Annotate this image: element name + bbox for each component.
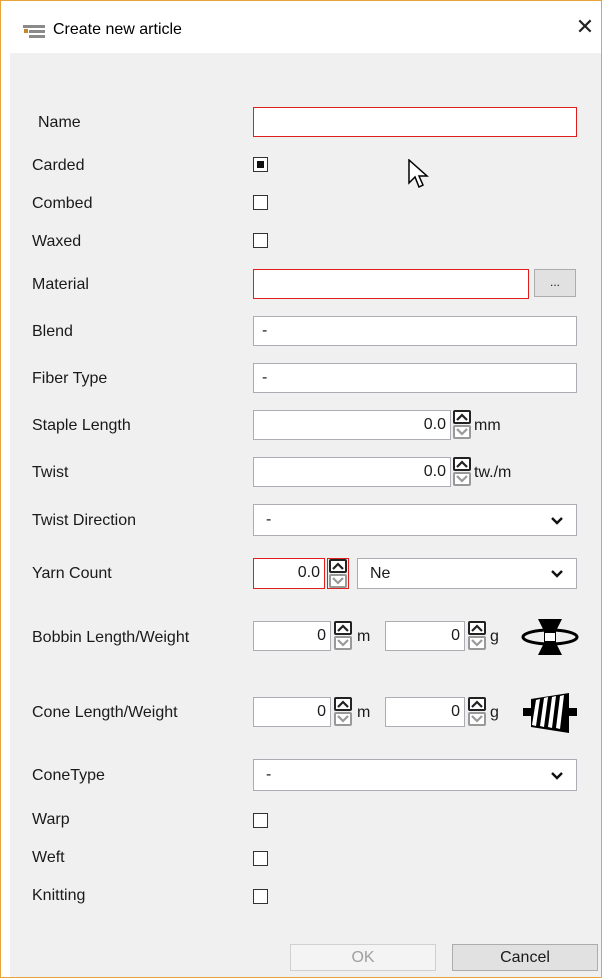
bobbin-weight-input[interactable]: 0 [385, 621, 465, 651]
material-label: Material [32, 276, 89, 293]
spin-up-icon[interactable] [453, 457, 471, 471]
waxed-checkbox[interactable] [253, 233, 268, 248]
yarn-count-input[interactable]: 0.0 [253, 558, 325, 589]
cone-type-value: - [266, 766, 272, 783]
knitting-checkbox[interactable] [253, 889, 268, 904]
cone-label: Cone Length/Weight [32, 704, 178, 721]
material-input[interactable] [253, 269, 529, 299]
spin-down-icon[interactable] [329, 574, 347, 588]
spin-up-icon[interactable] [468, 621, 486, 635]
name-input[interactable] [253, 107, 577, 137]
carded-checkbox[interactable] [253, 157, 268, 172]
weft-checkbox[interactable] [253, 851, 268, 866]
spin-down-icon[interactable] [453, 425, 471, 439]
name-label: Name [38, 114, 81, 131]
close-button[interactable]: ✕ [569, 11, 601, 43]
yarn-count-unit-value: Ne [370, 565, 391, 582]
cone-type-select[interactable]: - [253, 759, 577, 791]
spin-down-icon[interactable] [468, 636, 486, 650]
twist-direction-select[interactable]: - [253, 504, 577, 536]
twist-direction-value: - [266, 511, 272, 528]
cone-length-spinner[interactable] [334, 697, 352, 727]
staple-length-spinner[interactable] [453, 410, 471, 440]
knitting-label: Knitting [32, 887, 86, 904]
bobbin-weight-spinner[interactable] [468, 621, 486, 651]
spin-up-icon[interactable] [334, 697, 352, 711]
twist-spinner[interactable] [453, 457, 471, 487]
warp-label: Warp [32, 811, 70, 828]
dialog-window: Create new article ✕ Name Carded Combed … [0, 0, 602, 978]
staple-length-input[interactable]: 0.0 [253, 410, 451, 440]
material-browse-button[interactable]: ... [534, 269, 576, 297]
yarn-count-unit-select[interactable]: Ne [357, 558, 577, 589]
title-bar: Create new article ✕ [1, 1, 601, 53]
close-icon: ✕ [575, 14, 595, 39]
bobbin-length-spinner[interactable] [334, 621, 352, 651]
chevron-down-icon [551, 570, 563, 578]
yarn-count-label: Yarn Count [32, 565, 112, 582]
cone-weight-unit: g [490, 704, 499, 721]
twist-label: Twist [32, 464, 69, 481]
twist-input[interactable]: 0.0 [253, 457, 451, 487]
spin-up-icon[interactable] [453, 410, 471, 424]
spin-up-icon[interactable] [468, 697, 486, 711]
combed-checkbox[interactable] [253, 195, 268, 210]
twist-unit: tw./m [474, 464, 512, 481]
blend-label: Blend [32, 323, 73, 340]
twist-direction-label: Twist Direction [32, 512, 137, 529]
spin-down-icon[interactable] [334, 636, 352, 650]
spin-up-icon[interactable] [334, 621, 352, 635]
ok-button[interactable]: OK [290, 944, 436, 971]
cone-icon [523, 693, 577, 733]
bobbin-length-input[interactable]: 0 [253, 621, 331, 651]
waxed-label: Waxed [32, 233, 82, 250]
spin-down-icon[interactable] [453, 472, 471, 486]
fiber-type-input[interactable]: - [253, 363, 577, 393]
staple-length-unit: mm [474, 417, 501, 434]
bobbin-label: Bobbin Length/Weight [32, 629, 190, 646]
warp-checkbox[interactable] [253, 813, 268, 828]
spin-down-icon[interactable] [468, 712, 486, 726]
cone-weight-spinner[interactable] [468, 697, 486, 727]
app-icon [23, 25, 45, 38]
fiber-type-label: Fiber Type [32, 370, 108, 387]
bobbin-weight-unit: g [490, 628, 499, 645]
bobbin-icon [521, 619, 579, 655]
cone-weight-input[interactable]: 0 [385, 697, 465, 727]
window-title: Create new article [53, 21, 182, 38]
chevron-down-icon [551, 772, 563, 780]
cone-length-input[interactable]: 0 [253, 697, 331, 727]
chevron-down-icon [551, 517, 563, 525]
staple-length-label: Staple Length [32, 417, 131, 434]
weft-label: Weft [32, 849, 65, 866]
carded-label: Carded [32, 157, 85, 174]
bobbin-length-unit: m [357, 628, 371, 645]
cone-length-unit: m [357, 704, 371, 721]
cone-type-label: ConeType [32, 767, 105, 784]
cancel-button[interactable]: Cancel [452, 944, 598, 971]
yarn-count-spinner[interactable] [327, 558, 349, 589]
spin-up-icon[interactable] [329, 559, 347, 573]
blend-input[interactable]: - [253, 316, 577, 346]
spin-down-icon[interactable] [334, 712, 352, 726]
combed-label: Combed [32, 195, 93, 212]
mouse-cursor-icon [408, 159, 429, 189]
